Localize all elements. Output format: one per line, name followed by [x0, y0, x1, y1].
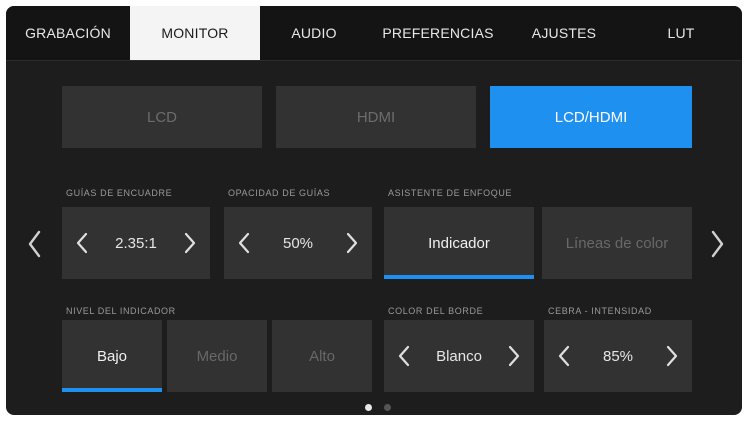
selected-underline [62, 388, 162, 392]
tab-audio[interactable]: AUDIO [260, 6, 368, 60]
frame-guides-label: GUÍAS DE ENCUADRE [66, 188, 173, 198]
tab-divider [6, 60, 742, 61]
indicator-level-high-label: Alto [309, 347, 335, 365]
selected-underline [384, 275, 534, 279]
focus-assist-indicator-label: Indicador [428, 234, 490, 252]
zebra-intensity-label: CEBRA - INTENSIDAD [548, 306, 652, 316]
indicator-level-low-option[interactable]: Bajo [62, 320, 162, 392]
indicator-level-medium-label: Medio [196, 347, 238, 365]
tab-lut[interactable]: LUT [620, 6, 742, 60]
border-color-label: COLOR DEL BORDE [388, 306, 484, 316]
frame-guides-stepper: 2.35:1 [62, 207, 210, 279]
focus-assist-indicator-option[interactable]: Indicador [384, 207, 534, 279]
tab-grabacion[interactable]: GRABACIÓN [6, 6, 130, 60]
next-page-arrow-icon[interactable] [706, 229, 728, 259]
indicator-level-label: NIVEL DEL INDICADOR [66, 306, 176, 316]
tab-preferencias[interactable]: PREFERENCIAS [368, 6, 508, 60]
chevron-right-icon[interactable] [502, 344, 524, 368]
output-hdmi-button[interactable]: HDMI [276, 86, 476, 148]
border-color-stepper: Blanco [384, 320, 534, 392]
focus-assist-label: ASISTENTE DE ENFOQUE [388, 188, 513, 198]
focus-assist-color-lines-label: Líneas de color [565, 234, 669, 252]
indicator-level-medium-option[interactable]: Medio [167, 320, 267, 392]
chevron-right-icon[interactable] [660, 344, 682, 368]
page-dot-active[interactable] [365, 404, 372, 411]
guide-opacity-label: OPACIDAD DE GUÍAS [228, 188, 331, 198]
output-lcd-button[interactable]: LCD [62, 86, 262, 148]
monitor-settings-screen: GRABACIÓN MONITOR AUDIO PREFERENCIAS AJU… [6, 6, 742, 415]
page-dot[interactable] [384, 404, 391, 411]
focus-assist-color-lines-option[interactable]: Líneas de color [542, 207, 692, 279]
settings-tab-bar: GRABACIÓN MONITOR AUDIO PREFERENCIAS AJU… [6, 6, 742, 60]
output-lcd-hdmi-button[interactable]: LCD/HDMI [490, 86, 692, 148]
indicator-level-high-option[interactable]: Alto [272, 320, 372, 392]
zebra-intensity-stepper: 85% [544, 320, 692, 392]
guide-opacity-stepper: 50% [224, 207, 372, 279]
indicator-level-low-label: Bajo [96, 347, 128, 365]
previous-page-arrow-icon[interactable] [24, 229, 46, 259]
chevron-right-icon[interactable] [178, 231, 200, 255]
chevron-right-icon[interactable] [340, 231, 362, 255]
tab-monitor[interactable]: MONITOR [130, 6, 260, 60]
tab-ajustes[interactable]: AJUSTES [508, 6, 620, 60]
